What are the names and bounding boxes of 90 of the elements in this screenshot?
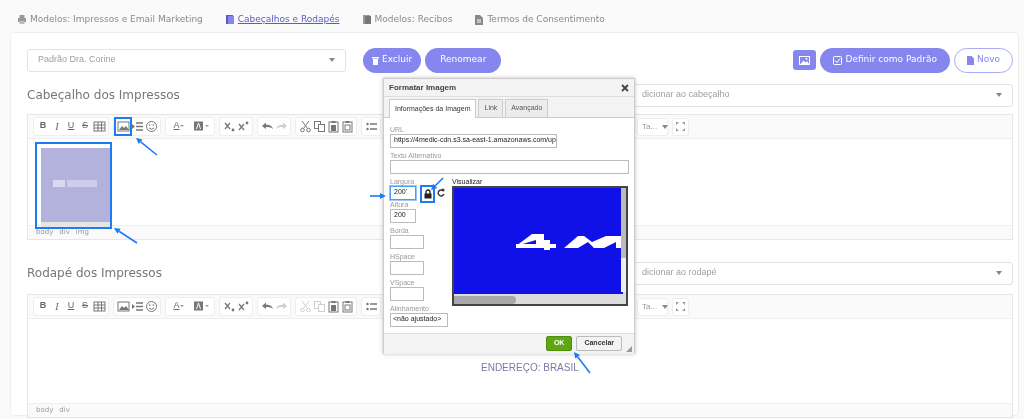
section-title: Cabeçalho dos Impressos (27, 87, 180, 104)
maximize-button[interactable] (672, 117, 689, 136)
delete-button[interactable]: Excluir (363, 47, 422, 73)
page-break-icon (130, 119, 144, 133)
reset-size-button[interactable] (437, 187, 445, 198)
nav-tab[interactable]: Modelos: Recibos (361, 13, 453, 27)
alt-text-field[interactable] (390, 159, 629, 174)
textcolor-button[interactable]: A (168, 298, 190, 314)
copy-button[interactable] (312, 118, 326, 134)
bold-button[interactable]: B (36, 118, 50, 134)
annotation-arrow (369, 193, 386, 199)
underline-button[interactable]: U (64, 118, 78, 134)
table-icon (92, 299, 106, 313)
maximize-icon (676, 302, 685, 311)
strike-button[interactable]: S (78, 298, 92, 314)
copy-icon (312, 119, 326, 133)
caret-icon (179, 304, 185, 308)
bold-button[interactable]: B (36, 298, 50, 314)
lock-icon (423, 188, 432, 199)
close-button[interactable] (621, 83, 629, 92)
document-icon (966, 55, 974, 65)
nav-tab[interactable]: Modelos: Impressos e Email Marketing (17, 13, 203, 27)
trash-icon (372, 55, 379, 65)
checkbox-icon (833, 55, 843, 65)
address-text: ENDEREÇO: BRASIL (481, 360, 579, 375)
annotation-arrow (136, 138, 158, 156)
maximize-button[interactable] (672, 297, 689, 316)
paste-text-button[interactable] (340, 298, 354, 314)
superscript-icon (236, 299, 250, 313)
dialog-title: Formatar Imagem (389, 81, 457, 94)
image-button[interactable] (793, 50, 817, 70)
table-button[interactable] (92, 298, 106, 314)
new-button[interactable]: Novo (953, 47, 1013, 73)
hspace-field[interactable] (390, 260, 424, 275)
printer-icon (17, 14, 27, 26)
background-color-icon (192, 119, 205, 133)
strike-button[interactable]: S (78, 118, 92, 134)
font-size-dropdown[interactable]: Ta... (637, 117, 668, 136)
documents-icon (361, 14, 372, 26)
scissors-button[interactable] (298, 118, 312, 134)
caret-icon (179, 124, 185, 128)
vertical-scrollbar[interactable] (621, 187, 626, 292)
scissors-icon (298, 119, 312, 133)
superscript-icon (236, 119, 250, 133)
annotation-arrow (431, 177, 444, 190)
paste-text-icon (340, 119, 354, 133)
annotation-arrow (114, 228, 138, 244)
italic-button[interactable]: I (50, 118, 64, 134)
set-default-button[interactable]: Definir como Padrão (820, 47, 950, 73)
smiley-button[interactable] (144, 118, 158, 134)
paste-icon (326, 299, 340, 313)
rename-button[interactable]: Renomear (425, 47, 502, 73)
table-button[interactable] (92, 118, 106, 134)
section-title: Rodapé dos Impressos (27, 265, 162, 282)
maximize-icon (676, 122, 685, 131)
paste-button[interactable] (326, 118, 340, 134)
background-color-icon (192, 299, 205, 313)
image-icon (799, 55, 811, 65)
paste-icon (326, 119, 340, 133)
vspace-field[interactable] (390, 286, 424, 301)
paste-text-icon (340, 299, 354, 313)
table-icon (92, 119, 106, 133)
lock-button[interactable] (420, 184, 435, 203)
documents-icon (224, 14, 235, 26)
page-break-icon (130, 299, 144, 313)
textcolor-button[interactable]: A (168, 118, 190, 134)
image-icon (116, 119, 130, 133)
italic-button[interactable]: I (50, 298, 64, 314)
scissors-icon (298, 299, 312, 313)
refresh-icon (437, 187, 445, 197)
caret-icon (205, 124, 210, 128)
paste-text-button[interactable] (340, 118, 354, 134)
resize-grip-icon[interactable] (626, 345, 632, 352)
image-button[interactable] (116, 298, 130, 314)
nav-tab[interactable]: Cabeçalhos e Rodapés (224, 13, 340, 27)
image-button[interactable] (116, 118, 130, 134)
font-size-dropdown[interactable]: Ta... (637, 297, 668, 316)
border-field[interactable] (390, 234, 424, 249)
image-icon (116, 299, 130, 313)
logo-image[interactable] (35, 141, 112, 229)
nav-tab[interactable]: Termos de Consentimento (474, 13, 605, 27)
smiley-button[interactable] (144, 298, 158, 314)
underline-button[interactable]: U (64, 298, 78, 314)
copy-icon (312, 299, 326, 313)
smiley-icon (144, 119, 158, 133)
close-icon (621, 83, 629, 92)
smiley-icon (144, 299, 158, 313)
caret-icon (205, 304, 210, 308)
document-icon (474, 14, 485, 26)
paste-button[interactable] (326, 298, 340, 314)
